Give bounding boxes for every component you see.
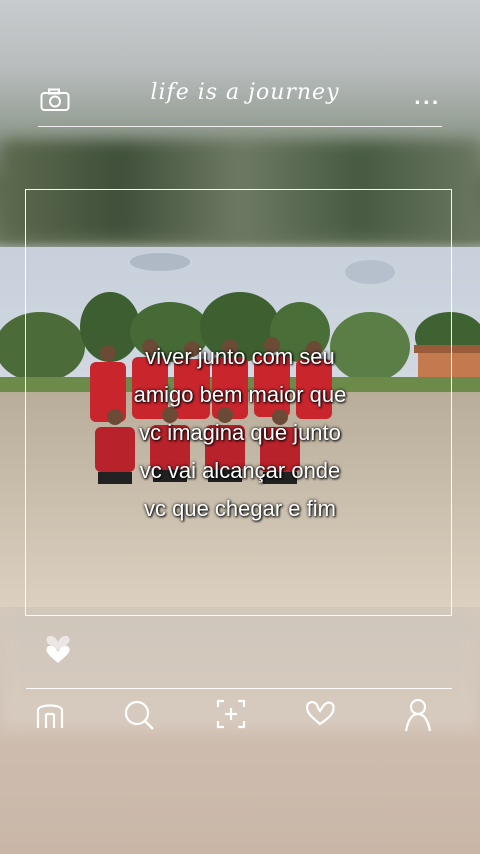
caption-line: viver junto com seu <box>145 344 335 369</box>
bottom-nav <box>0 698 480 738</box>
more-dots-icon[interactable]: ... <box>414 88 441 109</box>
add-post-icon[interactable] <box>215 698 247 734</box>
favorites-icon[interactable] <box>304 698 336 732</box>
caption-line: amigo bem maior que <box>133 382 347 407</box>
app-title: life is a journey <box>150 80 340 105</box>
heart-icon[interactable] <box>43 628 73 668</box>
post-caption: viver junto com seu amigo bem maior que … <box>60 338 420 528</box>
caption-line: vc imagina que junto <box>139 420 341 445</box>
search-icon[interactable] <box>122 698 156 736</box>
bottom-divider <box>26 688 452 689</box>
header-divider <box>38 126 442 127</box>
home-icon[interactable] <box>34 698 66 734</box>
camera-icon[interactable] <box>40 88 70 116</box>
profile-icon[interactable] <box>402 698 434 736</box>
caption-line: vc vai alcançar onde <box>139 458 341 483</box>
caption-line: vc que chegar e fim <box>144 496 336 521</box>
